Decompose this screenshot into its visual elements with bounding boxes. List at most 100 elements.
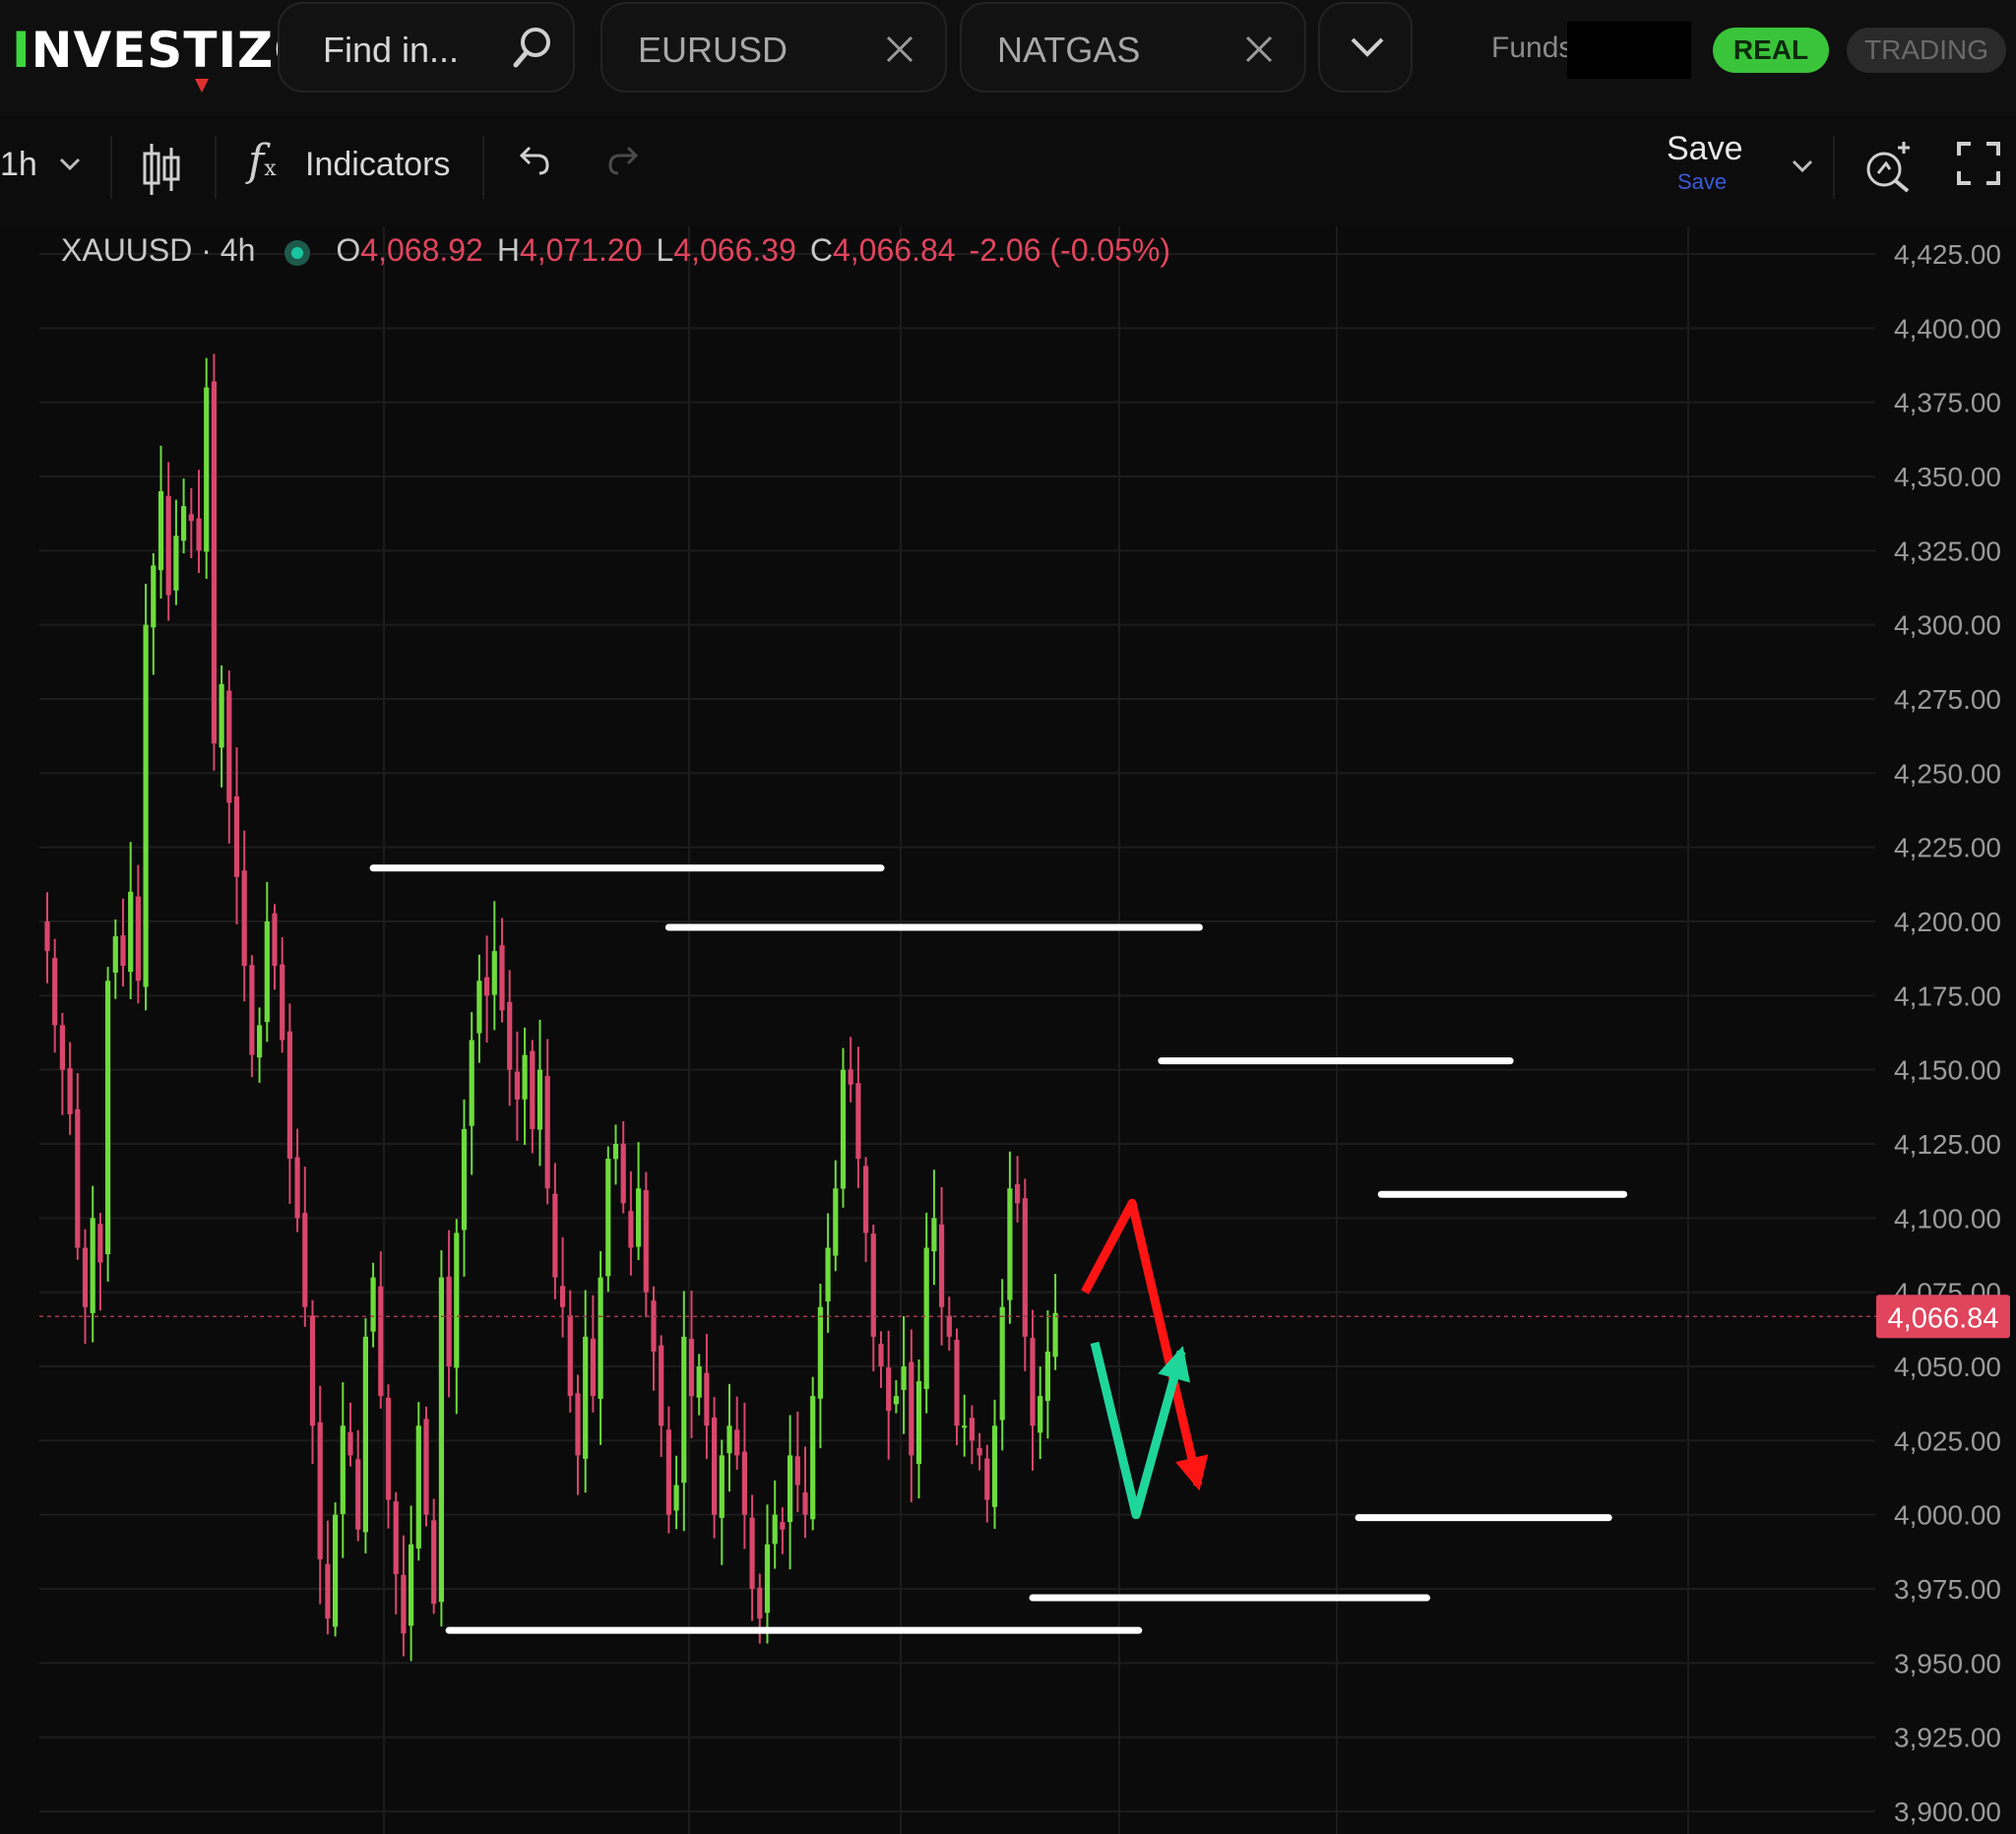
candle-body xyxy=(931,1218,937,1252)
candle-body xyxy=(409,1544,414,1626)
real-account-button[interactable]: REAL xyxy=(1713,28,1829,73)
candle-body xyxy=(461,1128,468,1231)
tab-eurusd[interactable]: EURUSD xyxy=(600,2,947,93)
fullscreen-icon[interactable] xyxy=(1957,142,2000,185)
price-change: -2.06 (-0.05%) xyxy=(969,232,1171,268)
redo-icon[interactable] xyxy=(604,142,644,181)
candle-body xyxy=(780,1522,786,1530)
candle-body xyxy=(915,1381,922,1465)
price-tick-label: 4,100.00 xyxy=(1894,1203,2001,1233)
toolbar-divider xyxy=(482,136,484,199)
tabs-dropdown-button[interactable] xyxy=(1318,2,1413,93)
candle-body xyxy=(226,690,232,803)
candle-body xyxy=(840,1069,847,1189)
price-chart[interactable]: 4,425.00 4,400.00 4,375.00 4,350.00 4,325.00… xyxy=(0,226,2016,1834)
candle-body xyxy=(333,1514,339,1627)
candle-body xyxy=(855,1083,861,1160)
search-input[interactable]: Find in... xyxy=(323,30,459,71)
candle-body xyxy=(583,1336,589,1459)
close-icon[interactable] xyxy=(1243,33,1275,65)
snapshot-icon[interactable] xyxy=(1864,140,1916,193)
candle-body xyxy=(75,1108,81,1248)
candle-body xyxy=(651,1300,657,1352)
candle-body xyxy=(522,1054,528,1100)
price-tick-label: 4,225.00 xyxy=(1894,833,2001,863)
tab-natgas[interactable]: NATGAS xyxy=(960,2,1306,93)
candle-body xyxy=(52,958,58,1026)
candle-body xyxy=(1030,1338,1036,1426)
candle-body xyxy=(233,795,240,877)
candle-body xyxy=(954,1340,960,1426)
candle-body xyxy=(788,1455,793,1523)
candle-body xyxy=(378,1286,384,1397)
save-button[interactable]: Save xyxy=(1667,130,1743,168)
candle-body xyxy=(438,1277,444,1603)
investizo-logo[interactable]: INVESTIZO xyxy=(12,22,317,79)
candle-body xyxy=(575,1393,581,1456)
candle-body xyxy=(969,1418,975,1441)
chevron-down-icon[interactable] xyxy=(1792,159,1813,173)
candle-body xyxy=(544,1075,550,1189)
candle-body xyxy=(909,1361,914,1456)
candle-body xyxy=(370,1277,376,1332)
price-tick-label: 3,975.00 xyxy=(1894,1574,2001,1605)
candle-body xyxy=(802,1492,808,1515)
candle-body xyxy=(1038,1396,1043,1433)
search-icon[interactable] xyxy=(508,24,555,71)
candle-body xyxy=(340,1425,346,1514)
price-tick-label: 4,400.00 xyxy=(1894,313,2001,344)
close-icon[interactable] xyxy=(884,33,915,65)
toolbar-divider xyxy=(1833,136,1835,199)
candle-body xyxy=(97,1224,103,1263)
candle-body xyxy=(772,1514,778,1545)
candle-body xyxy=(962,1425,968,1428)
candle-body xyxy=(636,1188,642,1247)
candle-body xyxy=(696,1366,702,1398)
tab-label: NATGAS xyxy=(997,30,1141,70)
high-label: H xyxy=(496,232,520,268)
candle-body xyxy=(870,1233,876,1337)
undo-icon[interactable] xyxy=(514,142,553,181)
candle-body xyxy=(135,896,141,981)
timeframe-selector[interactable]: 1h xyxy=(0,146,37,184)
candle-body xyxy=(401,1574,407,1634)
candle-body xyxy=(499,945,505,1011)
indicators-fx-icon[interactable]: fx xyxy=(248,136,277,186)
candle-body xyxy=(681,1336,687,1484)
price-tick-label: 3,900.00 xyxy=(1894,1797,2001,1827)
candlestick-type-icon[interactable] xyxy=(142,142,181,197)
symbol-interval[interactable]: XAUUSD · 4h xyxy=(61,232,255,268)
candle-body xyxy=(128,891,134,973)
candle-body xyxy=(507,1001,513,1070)
candle-body xyxy=(120,935,126,967)
candle-body xyxy=(848,1069,853,1085)
candle-body xyxy=(976,1447,982,1456)
candle-body xyxy=(309,1315,316,1426)
candle-body xyxy=(469,1040,474,1126)
candle-body xyxy=(901,1366,907,1390)
price-tick-label: 4,350.00 xyxy=(1894,462,2001,492)
indicators-button[interactable]: Indicators xyxy=(305,146,450,184)
candle-body xyxy=(1044,1351,1050,1402)
open-value: 4,068.92 xyxy=(360,232,483,268)
candle-body xyxy=(810,1396,816,1520)
search-box[interactable]: Find in... xyxy=(278,2,575,93)
candle-body xyxy=(878,1344,884,1366)
price-tick-label: 4,200.00 xyxy=(1894,907,2001,937)
candle-body xyxy=(734,1429,740,1456)
price-tick-label: 4,250.00 xyxy=(1894,758,2001,789)
candle-body xyxy=(886,1367,892,1412)
candle-body xyxy=(280,964,285,1041)
candle-body xyxy=(514,1071,520,1100)
candle-body xyxy=(863,1166,869,1233)
funds-label: Funds xyxy=(1491,32,1574,64)
candle-body xyxy=(67,1068,73,1114)
trading-account-button[interactable]: TRADING xyxy=(1847,28,2006,73)
price-tick-label: 4,300.00 xyxy=(1894,610,2001,641)
candle-body xyxy=(211,381,217,744)
candle-body xyxy=(704,1372,710,1426)
candle-body xyxy=(196,518,202,551)
price-tick-label: 3,950.00 xyxy=(1894,1648,2001,1678)
candle-body xyxy=(393,1501,399,1574)
chevron-down-icon[interactable] xyxy=(59,158,81,171)
